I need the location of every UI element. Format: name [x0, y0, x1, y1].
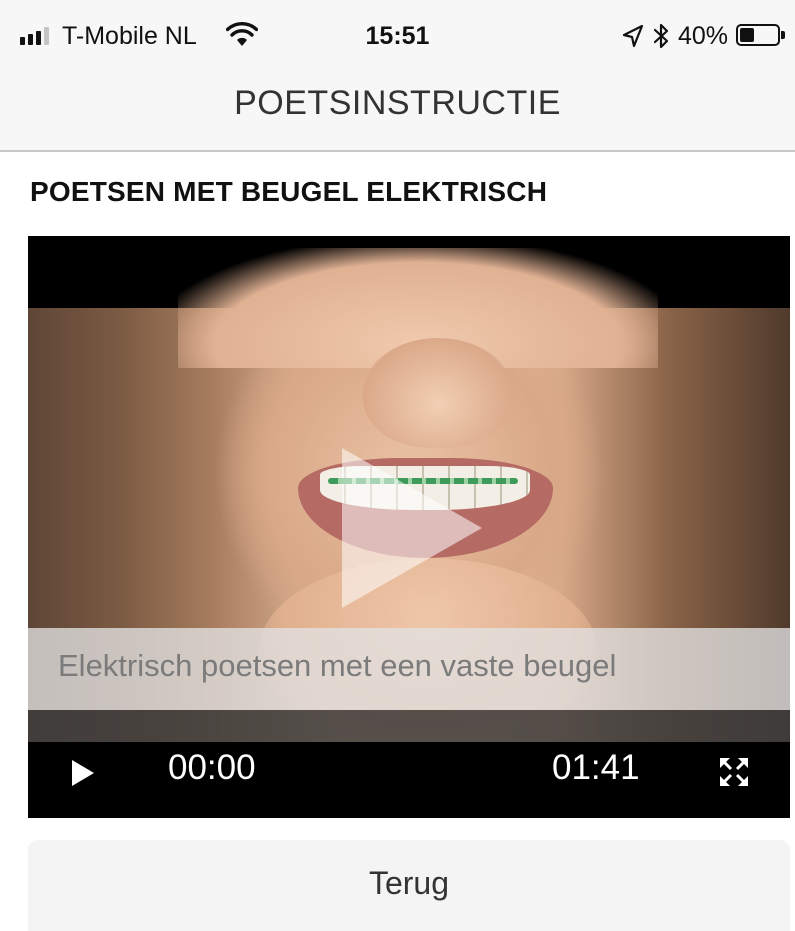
app-screen: T-Mobile NL 15:51 40% POETSINSTRUCTIE PO…	[0, 0, 795, 931]
battery-percent: 40%	[678, 22, 729, 50]
back-button[interactable]: Terug	[28, 840, 790, 931]
battery-fill	[740, 28, 755, 42]
battery-icon	[736, 24, 785, 46]
status-bar: T-Mobile NL 15:51 40%	[0, 0, 795, 68]
fullscreen-icon[interactable]	[718, 756, 750, 788]
page-title: POETSINSTRUCTIE	[234, 84, 561, 122]
play-icon[interactable]	[70, 758, 96, 788]
video-image-area	[363, 338, 513, 448]
battery-nub	[781, 31, 785, 39]
play-overlay-icon[interactable]	[342, 448, 482, 608]
section-title: POETSEN MET BEUGEL ELEKTRISCH	[30, 176, 548, 207]
caption-shadow	[28, 710, 790, 742]
location-arrow-icon	[622, 24, 644, 48]
status-time: 15:51	[365, 22, 430, 50]
video-controls: 00:00 01:41	[28, 742, 790, 818]
video-player[interactable]: Elektrisch poetsen met een vaste beugel …	[28, 236, 790, 818]
bluetooth-icon	[653, 23, 669, 49]
duration: 01:41	[552, 748, 640, 787]
video-caption: Elektrisch poetsen met een vaste beugel	[58, 648, 617, 683]
current-time: 00:00	[168, 748, 256, 787]
top-bar: T-Mobile NL 15:51 40% POETSINSTRUCTIE	[0, 0, 795, 152]
